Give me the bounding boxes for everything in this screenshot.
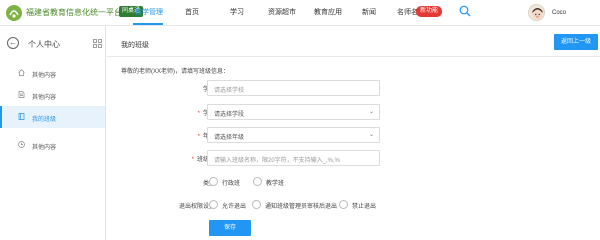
platform-logo-icon — [6, 5, 22, 21]
back-arrow-icon[interactable]: ← — [7, 37, 19, 49]
new-feature-badge[interactable]: 新功能 — [416, 6, 443, 17]
sidebar-item-other-1[interactable]: 其他内容 — [0, 62, 105, 84]
save-button[interactable]: 保存 — [209, 220, 251, 236]
sidebar-title: 个人中心 — [28, 40, 60, 49]
school-input[interactable]: 请选择学校 — [207, 80, 380, 96]
top-navigation-bar: 福建省教育信息化统一平台 同桌通 教学管理 首页 学习 资源超市 教育应用 新闻… — [0, 0, 600, 26]
grade-selected-value: 请选择年级 — [214, 135, 245, 141]
form-intro: 尊敬的老师(XX老师)，请填写班级信息： — [121, 69, 230, 75]
radio-forbid-exit[interactable] — [339, 200, 348, 209]
form-row-school: 学校 请选择学校 — [107, 80, 600, 96]
chevron-down-icon: ⌄ — [368, 132, 374, 138]
document-icon — [18, 91, 25, 98]
back-button[interactable]: 返回上一级 — [554, 34, 598, 50]
user-name[interactable]: Coco — [552, 10, 566, 16]
required-asterisk: * — [191, 157, 194, 163]
radio-label: 通知班级管理员审核后退出 — [265, 204, 338, 210]
required-asterisk: * — [197, 134, 200, 140]
radio-label: 允许退出 — [222, 204, 247, 210]
class-name-input[interactable]: 请输入班级名称，限20字符，不支持输入_,%,% — [207, 150, 380, 166]
radio-allow-exit[interactable] — [209, 200, 218, 209]
grid-icon[interactable] — [93, 39, 102, 48]
form-row-department: *学段 请选择学段 ⌄ — [107, 104, 600, 120]
nav-teaching-management[interactable]: 教学管理 — [135, 7, 163, 17]
clock-icon — [18, 141, 25, 148]
page-title: 我的班级 — [121, 42, 149, 49]
sidebar-item-other-3[interactable]: 其他内容 — [0, 134, 105, 156]
site-title: 福建省教育信息化统一平台 — [26, 8, 122, 17]
sidebar-item-other-2[interactable]: 其他内容 — [0, 84, 105, 106]
book-icon — [18, 113, 25, 120]
home-icon — [18, 69, 25, 76]
sidebar-item-label: 其他内容 — [32, 95, 57, 101]
department-select[interactable]: 请选择学段 ⌄ — [207, 104, 380, 120]
radio-label: 教学班 — [266, 181, 285, 187]
nav-resource-market[interactable]: 资源超市 — [268, 7, 296, 17]
radio-administrative-class[interactable] — [209, 177, 218, 186]
radio-label: 禁止退出 — [352, 204, 377, 210]
nav-news[interactable]: 新闻 — [362, 7, 376, 17]
sidebar-item-label: 我的班级 — [32, 117, 57, 123]
radio-notify-admin-exit[interactable] — [252, 200, 261, 209]
class-name-placeholder: 请输入班级名称，限20字符，不支持输入_,%,% — [214, 158, 341, 164]
active-indicator — [0, 106, 2, 128]
radio-teaching-class[interactable] — [253, 177, 262, 186]
sidebar-item-label: 其他内容 — [32, 145, 57, 151]
nav-home[interactable]: 首页 — [185, 7, 199, 17]
search-icon[interactable] — [459, 5, 471, 17]
form-row-class-name: * 班级名 请输入班级名称，限20字符，不支持输入_,%,% — [107, 150, 600, 166]
nav-education-apps[interactable]: 教育应用 — [314, 7, 342, 17]
radio-label: 行政班 — [222, 181, 241, 187]
form-row-exit-permission: 退出权限设置 允许退出 通知班级管理员审核后退出 禁止退出 — [107, 197, 600, 213]
nav-active-underline — [133, 23, 163, 25]
sidebar: ← 个人中心 其他内容 其他内容 我的班级 其他内容 — [0, 26, 106, 240]
nav-learning[interactable]: 学习 — [230, 7, 244, 17]
chevron-down-icon: ⌄ — [368, 109, 374, 115]
sidebar-item-my-class[interactable]: 我的班级 — [0, 106, 105, 128]
form-row-type: 类型 行政班 教学班 — [107, 174, 600, 190]
required-asterisk: * — [197, 111, 200, 117]
school-placeholder: 请选择学校 — [214, 88, 245, 94]
avatar[interactable] — [528, 4, 545, 21]
divider — [107, 56, 600, 57]
sidebar-item-label: 其他内容 — [32, 73, 57, 79]
grade-select[interactable]: 请选择年级 ⌄ — [207, 127, 380, 143]
main-content: 我的班级 返回上一级 尊敬的老师(XX老师)，请填写班级信息： 学校 请选择学校… — [107, 26, 600, 240]
department-selected-value: 请选择学段 — [214, 112, 245, 118]
form-row-grade: *年级 请选择年级 ⌄ — [107, 127, 600, 143]
